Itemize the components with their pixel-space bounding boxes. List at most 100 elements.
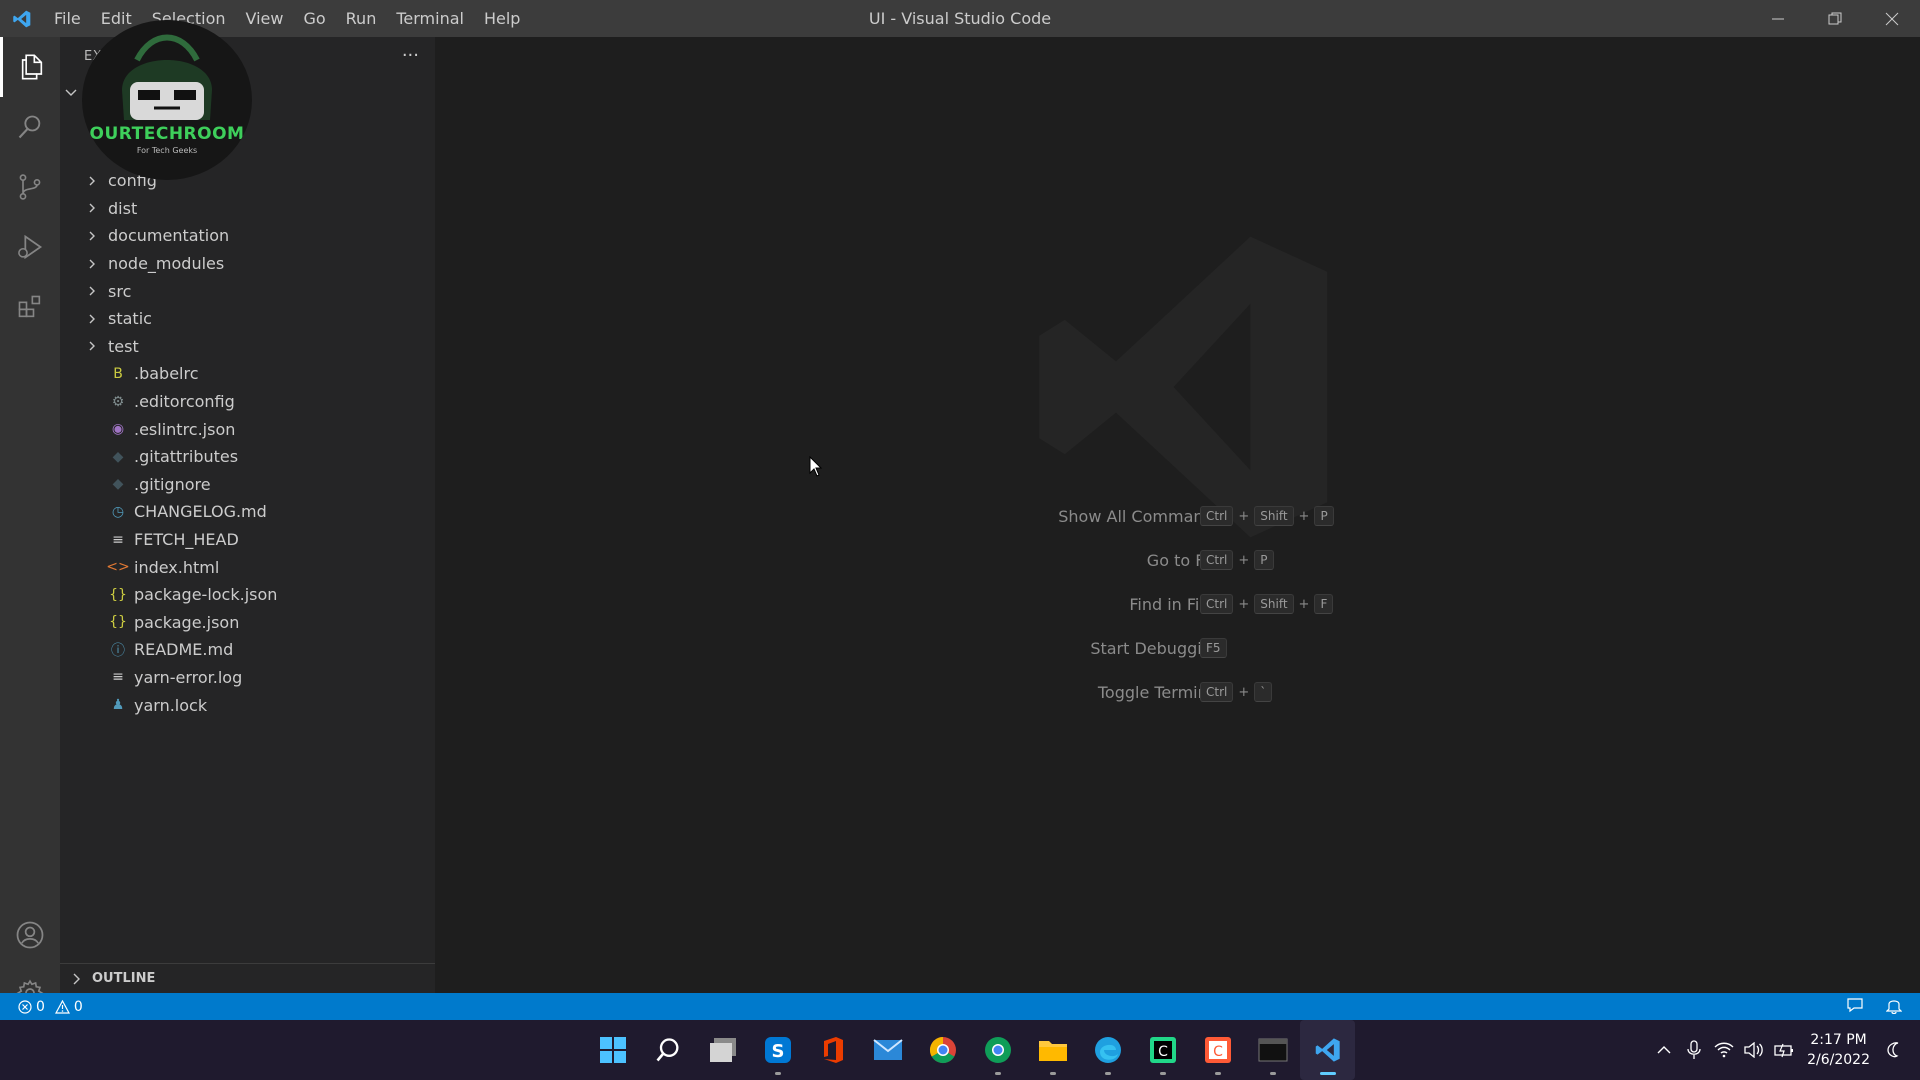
file-row[interactable]: ≡ FETCH_HEAD [60,526,435,554]
more-actions-button[interactable]: ··· [402,45,419,66]
file-row[interactable]: ⚙ .editorconfig [60,388,435,416]
folder-row[interactable]: test [60,333,435,361]
eslint-icon: ◉ [111,421,125,438]
editor-area[interactable]: Show All Commands Ctrl + Shift + P Go to File C… [435,37,1920,993]
file-row[interactable]: ◉ .eslintrc.json [60,415,435,443]
outline-section-header[interactable]: OUTLINE [60,963,435,993]
minimize-button[interactable] [1749,0,1806,37]
key-separator: + [1238,508,1250,524]
file-name: yarn-error.log [134,667,243,687]
folder-name: documentation [108,226,230,246]
focus-assist-button[interactable] [1880,1020,1910,1080]
file-row[interactable]: ◷ CHANGELOG.md [60,498,435,526]
windows-taskbar: S C C 2:17 PM 2/6/2022 [0,1020,1920,1080]
warning-count: 0 [73,998,83,1015]
shortcut-label: Find in Files [1129,594,1222,614]
menu-run[interactable]: Run [336,0,387,37]
close-icon [1885,12,1898,25]
taskbar-app-green[interactable]: C [1135,1020,1190,1080]
start-button[interactable] [585,1020,640,1080]
folder-row[interactable]: node_modules [60,250,435,278]
run-debug-icon [18,234,43,260]
wifi-button[interactable] [1709,1020,1739,1080]
file-row[interactable]: {} package-lock.json [60,581,435,609]
explorer-sidebar: EXPLORER ··· configdistdocumentationnode… [60,37,435,993]
shortcut-label: Start Debugging [1090,638,1222,658]
file-row[interactable]: ♟ yarn.lock [60,691,435,719]
taskbar-office[interactable] [805,1020,860,1080]
source-control-button[interactable] [0,157,60,217]
folder-row[interactable]: config [60,167,435,195]
taskbar-terminal[interactable] [1245,1020,1300,1080]
feedback-button[interactable] [1846,996,1864,1018]
key-separator: + [1238,552,1250,568]
folder-name: test [108,336,139,356]
window-controls [1749,0,1920,37]
chevron-down-icon[interactable] [64,85,78,104]
file-row[interactable]: {} package.json [60,609,435,637]
file-row[interactable]: ◆ .gitattributes [60,443,435,471]
folder-row[interactable]: documentation [60,222,435,250]
babel-icon: B [113,365,123,382]
taskbar-app-red[interactable]: C [1190,1020,1245,1080]
show-hidden-icons-button[interactable] [1649,1020,1679,1080]
folder-row[interactable]: static [60,305,435,333]
notifications-button[interactable] [1885,996,1903,1018]
taskbar-clock[interactable]: 2:17 PM 2/6/2022 [1807,1030,1870,1070]
taskbar-chrome[interactable] [915,1020,970,1080]
file-row[interactable]: ⓘ README.md [60,636,435,664]
taskbar-file-explorer[interactable] [1025,1020,1080,1080]
search-button[interactable] [0,97,60,157]
file-row[interactable]: ◆ .gitignore [60,471,435,499]
taskbar-vscode[interactable] [1300,1020,1355,1080]
file-row[interactable]: B .babelrc [60,360,435,388]
taskbar-mail[interactable] [860,1020,915,1080]
clock-icon: ◷ [111,503,125,520]
shortcut-label: Go to File [1146,550,1222,570]
menu-help[interactable]: Help [474,0,530,37]
key-separator: + [1238,596,1250,612]
restore-button[interactable] [1806,0,1863,37]
run-debug-button[interactable] [0,217,60,277]
svg-text:C: C [1158,1044,1168,1060]
keyboard-key: P [1314,506,1334,526]
microphone-button[interactable] [1679,1020,1709,1080]
task-view-button[interactable] [695,1020,750,1080]
accounts-button[interactable] [0,905,60,965]
shortcut-row: Go to File Ctrl + P [435,547,1920,573]
folder-row[interactable]: dist [60,195,435,223]
file-row[interactable]: ≡ yarn-error.log [60,664,435,692]
activity-bar [0,37,60,1007]
key-separator: + [1298,596,1310,612]
folder-row[interactable]: src [60,277,435,305]
menu-view[interactable]: View [236,0,294,37]
account-icon [16,921,44,949]
key-separator: + [1298,508,1310,524]
problems-status[interactable]: 0 0 [0,999,83,1015]
explorer-button[interactable] [0,37,60,97]
hacker-mascot-icon [122,34,212,120]
file-row[interactable]: <> index.html [60,553,435,581]
taskbar-edge[interactable] [1080,1020,1135,1080]
key-separator: + [1238,684,1250,700]
menu-terminal[interactable]: Terminal [386,0,474,37]
taskbar-skype[interactable]: S [750,1020,805,1080]
clock-time: 2:17 PM [1810,1032,1867,1048]
battery-button[interactable] [1769,1020,1799,1080]
menu-go[interactable]: Go [293,0,335,37]
warning-icon [54,999,70,1014]
taskbar-search-button[interactable] [640,1020,695,1080]
volume-button[interactable] [1739,1020,1769,1080]
close-button[interactable] [1863,0,1920,37]
yarn-icon: ♟ [111,697,125,714]
menu-file[interactable]: File [44,0,91,37]
extensions-button[interactable] [0,277,60,337]
keyboard-key: F5 [1200,638,1227,658]
taskbar-chrome-alt[interactable] [970,1020,1025,1080]
chevron-right-icon [82,285,102,297]
lines-icon: ≡ [112,669,124,686]
search-icon [656,1038,678,1062]
keyboard-key: Shift [1254,594,1294,614]
taskbar-apps: S C C [585,1020,1355,1080]
shortcut-keys: Ctrl + Shift + F [1198,594,1335,614]
